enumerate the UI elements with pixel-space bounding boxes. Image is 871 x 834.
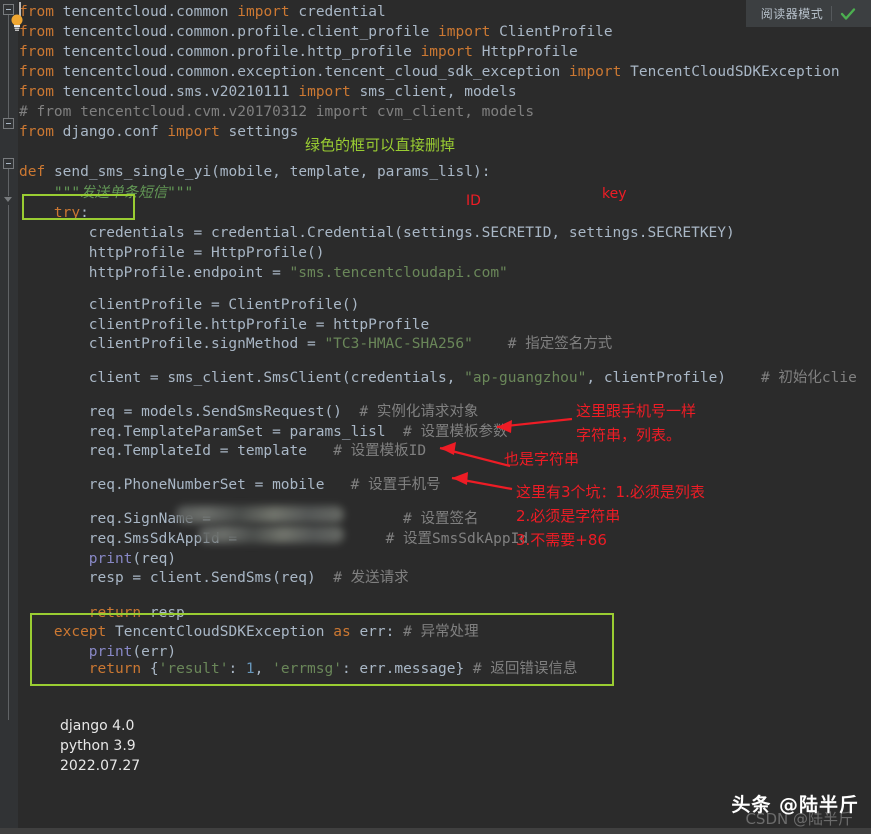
reader-mode-label[interactable]: 阅读器模式 [761,5,824,22]
note-date: 2022.07.27 [60,758,141,774]
arrow-head-template-id [440,442,456,455]
annotation-no-plus-86: 3.不需要+86 [516,531,607,549]
toolbar-divider [831,6,833,21]
lightbulb-icon[interactable] [10,14,24,32]
annotation-key: key [602,186,627,202]
taskbar-strip [0,828,871,834]
annotation-same-as-phone: 这里跟手机号一样 [576,402,697,420]
arrow-head-phone-number [452,472,468,485]
check-mark-icon[interactable] [840,6,856,22]
annotation-also-string: 也是字符串 [504,450,580,468]
annotation-must-be-string: 2.必须是字符串 [516,507,621,525]
note-python-version: python 3.9 [60,738,136,754]
annotation-id: ID [466,193,481,209]
annotation-string-list: 字符串，列表。 [576,426,682,444]
screenshot-root: from tencentcloud.common import credenti… [0,0,871,834]
reader-mode-bar: 阅读器模式 [746,0,871,27]
annotation-three-pitfalls: 这里有3个坑：1.必须是列表 [516,483,705,501]
annotation-delete-green-box: 绿色的框可以直接删掉 [305,136,456,154]
arrow-head-template-param [497,420,512,433]
note-django-version: django 4.0 [60,718,135,734]
annotation-arrow-layer [439,417,573,491]
watermark-primary: 头条 @陆半斤 [731,794,859,816]
